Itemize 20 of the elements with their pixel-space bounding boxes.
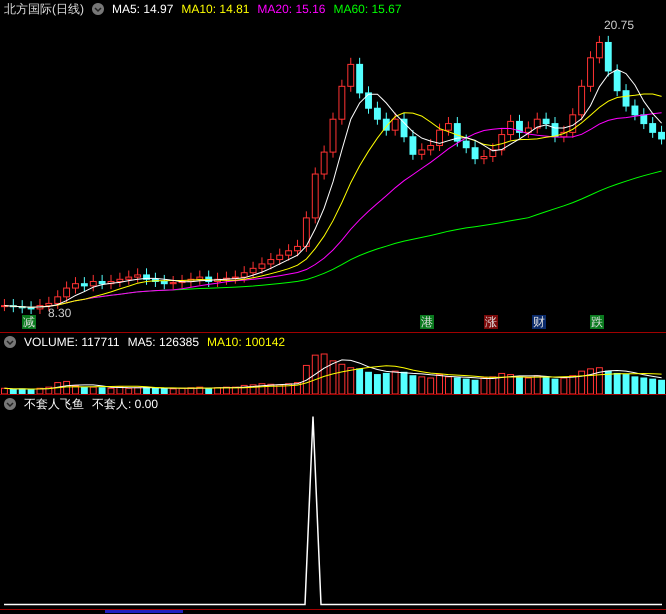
event-marker[interactable]: 财 xyxy=(532,315,546,329)
indicator-label: 不套人飞鱼 xyxy=(24,396,84,412)
event-marker[interactable]: 减 xyxy=(22,315,36,329)
indicator-label: MA20: 15.16 xyxy=(257,1,326,18)
indicator-label: VOLUME: 117711 xyxy=(24,334,120,350)
dropdown-icon[interactable] xyxy=(4,336,16,348)
indicator-label: MA5: 14.97 xyxy=(112,1,174,18)
event-marker[interactable]: 港 xyxy=(420,315,434,329)
event-marker[interactable]: 涨 xyxy=(484,315,498,329)
indicator-label: MA5: 126385 xyxy=(128,334,199,350)
low-price-label: 8.30 xyxy=(48,305,72,322)
stock-title: 北方国际(日线) xyxy=(4,1,84,18)
event-marker[interactable]: 跌 xyxy=(590,315,604,329)
indicator-label: 不套人: 0.00 xyxy=(92,396,158,412)
indicator-label: MA10: 14.81 xyxy=(181,1,250,18)
indicator-label: MA60: 15.67 xyxy=(333,1,402,18)
dropdown-icon[interactable] xyxy=(92,3,104,15)
dropdown-icon[interactable] xyxy=(4,398,16,410)
high-price-label: 20.75 xyxy=(604,17,634,34)
indicator-label: MA10: 100142 xyxy=(207,334,286,350)
